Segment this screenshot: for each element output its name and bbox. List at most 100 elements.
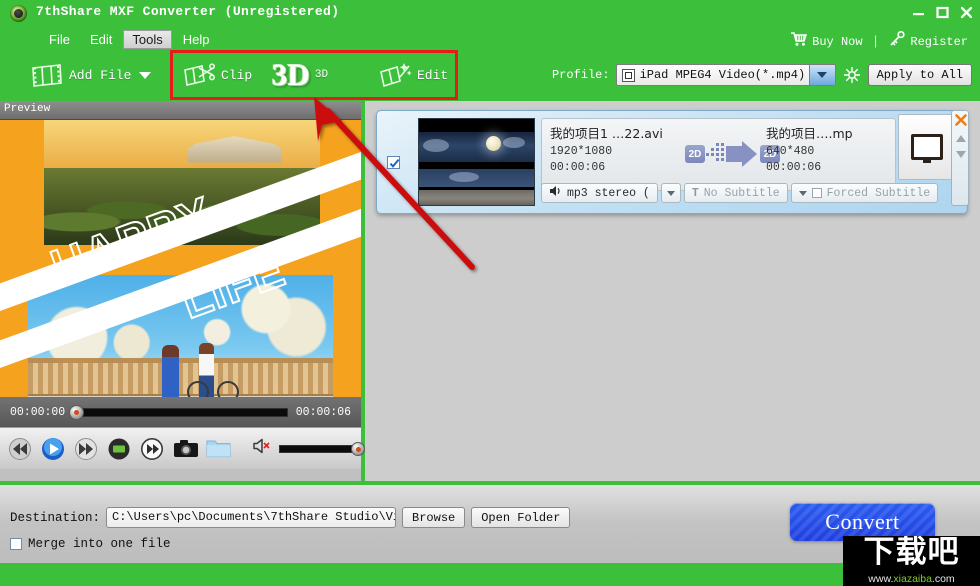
- scissors-clip-icon: [182, 61, 216, 89]
- volume-track[interactable]: [279, 441, 365, 456]
- file-list-panel: 我的项目1 …22.avi 1920*1080 00:00:06 2D 2D 我…: [365, 101, 980, 481]
- merge-checkbox[interactable]: [10, 538, 22, 550]
- item-track-row: mp3 stereo ( T No Subtitle Forced Subtit…: [541, 183, 939, 203]
- source-name: 我的项目1 …22.avi: [550, 126, 663, 141]
- browse-button[interactable]: Browse: [402, 507, 466, 528]
- maximize-icon[interactable]: [935, 5, 950, 20]
- audio-track-label: mp3 stereo (: [567, 186, 650, 200]
- item-checkbox[interactable]: [387, 156, 400, 169]
- forced-subtitle-label: Forced Subtitle: [826, 186, 931, 200]
- subtitle-label: No Subtitle: [703, 186, 780, 200]
- profile-dropdown-arrow[interactable]: [808, 65, 835, 85]
- apply-to-all-label: Apply to All: [876, 68, 963, 82]
- move-down-icon[interactable]: [956, 151, 966, 158]
- register-button[interactable]: Register: [888, 30, 968, 52]
- menu-item-tools[interactable]: Tools: [123, 29, 172, 49]
- preview-seek-bar: 00:00:00 00:00:06: [0, 397, 361, 427]
- target-info: 我的项目….mp 640*480 00:00:06: [766, 123, 853, 174]
- title-bar: 7thShare MXF Converter (Unregistered): [0, 0, 980, 27]
- current-time: 00:00:00: [10, 405, 66, 419]
- film-strip-icon: [30, 61, 64, 89]
- watermark-url-mid: xiazaiba: [893, 573, 932, 585]
- site-watermark: 下载吧 www.xiazaiba.com: [843, 536, 980, 586]
- merge-row[interactable]: Merge into one file: [10, 537, 171, 551]
- apply-to-all-button[interactable]: Apply to All: [867, 64, 972, 86]
- seek-knob[interactable]: [69, 404, 85, 420]
- speaker-icon: [549, 185, 562, 201]
- key-icon: [888, 30, 906, 52]
- edit-button[interactable]: Edit: [378, 61, 448, 89]
- menu-bar: File Edit Tools Help: [0, 28, 218, 50]
- open-folder-icon[interactable]: [206, 437, 231, 461]
- preview-controls: [0, 427, 365, 469]
- destination-label: Destination:: [10, 510, 101, 525]
- source-info: 我的项目1 …22.avi 1920*1080 00:00:06: [550, 123, 663, 174]
- account-actions: Buy Now | Register: [790, 30, 968, 52]
- clip-button[interactable]: Clip: [182, 61, 252, 89]
- preview-panel: Preview HAPPY LIFE 00:00:00 00:00:06: [0, 101, 365, 481]
- target-name: 我的项目….mp: [766, 126, 853, 141]
- merge-label: Merge into one file: [28, 537, 171, 551]
- buy-now-button[interactable]: Buy Now: [790, 31, 863, 52]
- forced-subtitle-toggle[interactable]: Forced Subtitle: [790, 183, 939, 203]
- next-frame-icon[interactable]: [140, 437, 164, 461]
- audio-track-dropdown[interactable]: [660, 183, 681, 203]
- file-list-item[interactable]: 我的项目1 …22.avi 1920*1080 00:00:06 2D 2D 我…: [376, 110, 968, 214]
- three-d-label: 3D: [314, 69, 329, 81]
- open-folder-button[interactable]: Open Folder: [471, 507, 571, 528]
- subtitle-text-icon: T: [691, 186, 699, 200]
- chevron-down-icon[interactable]: [139, 71, 152, 79]
- watermark-url: www.xiazaiba.com: [843, 573, 980, 585]
- menu-item-help[interactable]: Help: [174, 30, 219, 49]
- preview-header: Preview: [0, 101, 361, 120]
- move-up-icon[interactable]: [956, 135, 966, 142]
- forced-subtitle-checkbox[interactable]: [811, 188, 822, 198]
- profile-format-icon: [621, 68, 635, 82]
- remove-item-icon[interactable]: [954, 113, 968, 127]
- three-d-logo-icon: 3D: [272, 57, 310, 92]
- chevron-down-icon: [798, 190, 807, 196]
- item-thumbnail: [418, 118, 535, 206]
- source-duration: 00:00:06: [550, 161, 606, 174]
- menu-item-file[interactable]: File: [40, 30, 79, 49]
- item-device-preview[interactable]: [898, 114, 956, 180]
- audio-track-select[interactable]: mp3 stereo (: [541, 183, 658, 203]
- stop-icon[interactable]: [107, 437, 131, 461]
- volume-knob[interactable]: [351, 441, 365, 456]
- source-dimension-badge: 2D: [685, 145, 705, 163]
- menu-item-edit[interactable]: Edit: [81, 30, 121, 49]
- watermark-url-suffix: .com: [931, 573, 955, 585]
- destination-row: Destination: C:\Users\pc\Documents\7thSh…: [10, 507, 571, 528]
- seek-track[interactable]: [69, 404, 288, 420]
- target-resolution: 640*480: [766, 145, 815, 158]
- rewind-icon[interactable]: [8, 437, 32, 461]
- settings-gear-icon[interactable]: [842, 65, 862, 85]
- preview-video-surface[interactable]: HAPPY LIFE: [0, 120, 361, 397]
- magic-wand-edit-icon: [378, 61, 412, 89]
- total-time: 00:00:06: [295, 405, 351, 419]
- three-d-button[interactable]: 3D 3D: [272, 57, 329, 92]
- fast-forward-icon[interactable]: [74, 437, 98, 461]
- minimize-icon[interactable]: [911, 5, 926, 20]
- destination-input[interactable]: C:\Users\pc\Documents\7thShare Studio\Vi…: [106, 507, 397, 528]
- snapshot-camera-icon[interactable]: [173, 437, 198, 461]
- shopping-cart-icon: [790, 31, 808, 52]
- register-label: Register: [910, 34, 968, 49]
- preview-filler: [0, 469, 361, 481]
- close-icon[interactable]: [959, 5, 974, 20]
- buy-now-label: Buy Now: [812, 34, 863, 49]
- profile-value: iPad MPEG4 Video(*.mp4): [639, 68, 806, 82]
- subtitle-select[interactable]: T No Subtitle: [683, 183, 788, 203]
- divider: |: [871, 34, 880, 49]
- watermark-text: 下载吧: [863, 536, 960, 570]
- add-file-label: Add File: [69, 67, 132, 83]
- clip-label: Clip: [221, 67, 253, 83]
- profile-select[interactable]: iPad MPEG4 Video(*.mp4): [615, 64, 836, 86]
- conversion-arrow-icon: [706, 141, 758, 172]
- volume-control[interactable]: [251, 436, 365, 461]
- add-file-button[interactable]: Add File: [30, 61, 152, 89]
- edit-label: Edit: [417, 67, 449, 83]
- volume-mute-icon[interactable]: [251, 436, 273, 461]
- device-screen-icon: [911, 134, 943, 160]
- play-icon[interactable]: [41, 437, 65, 461]
